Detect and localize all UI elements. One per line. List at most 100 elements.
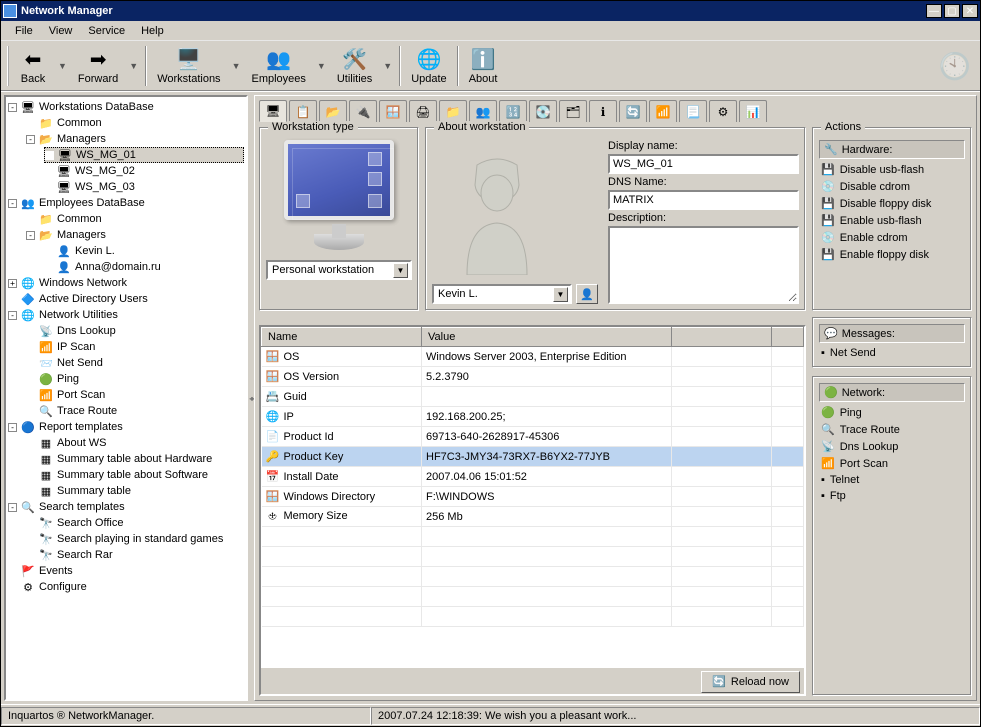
table-row[interactable]: 🪟OS Version5.2.3790 [262, 367, 804, 387]
table-row[interactable]: 📇Guid [262, 387, 804, 407]
workstations-button[interactable]: 🖥️Workstations [151, 45, 226, 87]
tab-16[interactable]: 📊 [739, 100, 767, 122]
about-button[interactable]: ℹ️About [463, 45, 504, 87]
table-row[interactable]: 🕁Memory Size256 Mb [262, 507, 804, 527]
table-row[interactable] [262, 567, 804, 587]
action-enable-floppy[interactable]: 💾Enable floppy disk [819, 246, 965, 263]
tree-ip-scan[interactable]: 📶IP Scan [26, 339, 244, 355]
tab-7[interactable]: 👥 [469, 100, 497, 122]
tree-managers[interactable]: -📂Managers [26, 131, 244, 147]
tree-dns-lookup[interactable]: 📡Dns Lookup [26, 323, 244, 339]
tree-sum-hw[interactable]: ▦Summary table about Hardware [26, 451, 244, 467]
action-ftp[interactable]: ▪Ftp [819, 488, 965, 504]
tree-workstations-db[interactable]: -🖥Workstations DataBase [8, 99, 244, 115]
expand-icon[interactable]: - [26, 135, 35, 144]
minimize-button[interactable]: — [926, 4, 942, 18]
tree-anna[interactable]: 👤Anna@domain.ru [44, 259, 244, 275]
tab-13[interactable]: 📶 [649, 100, 677, 122]
tree-sum-sw[interactable]: ▦Summary table about Software [26, 467, 244, 483]
tab-1[interactable]: 📋 [289, 100, 317, 122]
table-row[interactable]: 🪟Windows DirectoryF:\WINDOWS [262, 487, 804, 507]
action-trace[interactable]: 🔍Trace Route [819, 421, 965, 438]
tab-6[interactable]: 📁 [439, 100, 467, 122]
display-name-input[interactable] [608, 154, 799, 174]
expand-icon[interactable]: - [26, 231, 35, 240]
tab-15[interactable]: ⚙ [709, 100, 737, 122]
maximize-button[interactable]: ▢ [944, 4, 960, 18]
tab-12[interactable]: 🔄 [619, 100, 647, 122]
navigation-tree[interactable]: -🖥Workstations DataBase 📁Common -📂Manage… [4, 95, 248, 701]
dns-input[interactable] [608, 190, 799, 210]
tree-net-send[interactable]: 📨Net Send [26, 355, 244, 371]
tab-11[interactable]: ℹ [589, 100, 617, 122]
tree-trace-route[interactable]: 🔍Trace Route [26, 403, 244, 419]
menu-file[interactable]: File [7, 23, 41, 39]
expand-icon[interactable]: - [8, 199, 17, 208]
action-enable-cd[interactable]: 💿Enable cdrom [819, 229, 965, 246]
tree-ad-users[interactable]: 🔷Active Directory Users [8, 291, 244, 307]
tree-report-tpl[interactable]: -🔵Report templates [8, 419, 244, 435]
tab-0[interactable]: 🖥 [259, 100, 287, 122]
action-disable-floppy[interactable]: 💾Disable floppy disk [819, 195, 965, 212]
tab-2[interactable]: 📂 [319, 100, 347, 122]
expand-icon[interactable]: - [8, 311, 17, 320]
expand-icon[interactable]: - [8, 423, 17, 432]
table-row[interactable] [262, 547, 804, 567]
close-button[interactable]: ✕ [962, 4, 978, 18]
table-row[interactable] [262, 587, 804, 607]
back-dropdown[interactable]: ▼ [55, 61, 70, 71]
tree-about-ws[interactable]: ▦About WS [26, 435, 244, 451]
table-row[interactable]: 🌐IP192.168.200.25; [262, 407, 804, 427]
action-dns[interactable]: 📡Dns Lookup [819, 438, 965, 455]
action-net-send[interactable]: ▪Net Send [819, 345, 965, 361]
table-row[interactable]: 🔑Product KeyHF7C3-JMY34-73RX7-B6YX2-77JY… [262, 447, 804, 467]
table-row[interactable]: 🪟OSWindows Server 2003, Enterprise Editi… [262, 347, 804, 367]
employees-dropdown[interactable]: ▼ [314, 61, 329, 71]
tab-8[interactable]: 🔢 [499, 100, 527, 122]
action-ping[interactable]: 🟢Ping [819, 404, 965, 421]
workstations-dropdown[interactable]: ▼ [229, 61, 244, 71]
expand-icon[interactable]: + [8, 279, 17, 288]
tree-emp-common[interactable]: 📁Common [26, 211, 244, 227]
update-button[interactable]: 🌐Update [405, 45, 452, 87]
tree-ws-mg-02[interactable]: 🖥WS_MG_02 [44, 163, 244, 179]
table-row[interactable] [262, 607, 804, 627]
expand-icon[interactable]: - [8, 103, 17, 112]
details-table[interactable]: Name Value 🪟OSWindows Server 2003, Enter… [261, 327, 804, 668]
tab-14[interactable]: 📃 [679, 100, 707, 122]
tree-windows-network[interactable]: +🌐Windows Network [8, 275, 244, 291]
forward-button[interactable]: ➡Forward [72, 45, 124, 87]
description-input[interactable] [608, 226, 799, 304]
col-value[interactable]: Value [422, 328, 672, 347]
action-telnet[interactable]: ▪Telnet [819, 472, 965, 488]
forward-dropdown[interactable]: ▼ [126, 61, 141, 71]
expand-icon[interactable]: - [8, 503, 17, 512]
action-disable-usb[interactable]: 💾Disable usb-flash [819, 161, 965, 178]
table-row[interactable]: 📅Install Date2007.04.06 15:01:52 [262, 467, 804, 487]
menu-service[interactable]: Service [80, 23, 133, 39]
tree-employees-db[interactable]: -👥Employees DataBase [8, 195, 244, 211]
menu-view[interactable]: View [41, 23, 81, 39]
utilities-button[interactable]: 🛠️Utilities [331, 45, 378, 87]
tree-net-utils[interactable]: -🌐Network Utilities [8, 307, 244, 323]
tab-3[interactable]: 🔌 [349, 100, 377, 122]
tree-ping[interactable]: 🟢Ping [26, 371, 244, 387]
tree-search-rar[interactable]: 🔭Search Rar [26, 547, 244, 563]
tree-ws-mg-01[interactable]: 🖥WS_MG_01 [44, 147, 244, 163]
utilities-dropdown[interactable]: ▼ [380, 61, 395, 71]
tree-search-tpl[interactable]: -🔍Search templates [8, 499, 244, 515]
action-disable-cd[interactable]: 💿Disable cdrom [819, 178, 965, 195]
reload-button[interactable]: 🔄Reload now [701, 671, 800, 693]
tree-emp-managers[interactable]: -📂Managers [26, 227, 244, 243]
tree-common[interactable]: 📁Common [26, 115, 244, 131]
ws-type-dropdown[interactable]: Personal workstation ▼ [266, 260, 412, 280]
tree-search-games[interactable]: 🔭Search playing in standard games [26, 531, 244, 547]
tree-port-scan[interactable]: 📶Port Scan [26, 387, 244, 403]
tab-5[interactable]: 🖨 [409, 100, 437, 122]
col-name[interactable]: Name [262, 328, 422, 347]
employees-button[interactable]: 👥Employees [245, 45, 311, 87]
tab-4[interactable]: 🪟 [379, 100, 407, 122]
action-port-scan[interactable]: 📶Port Scan [819, 455, 965, 472]
table-row[interactable]: 📄Product Id69713-640-2628917-45306 [262, 427, 804, 447]
action-enable-usb[interactable]: 💾Enable usb-flash [819, 212, 965, 229]
